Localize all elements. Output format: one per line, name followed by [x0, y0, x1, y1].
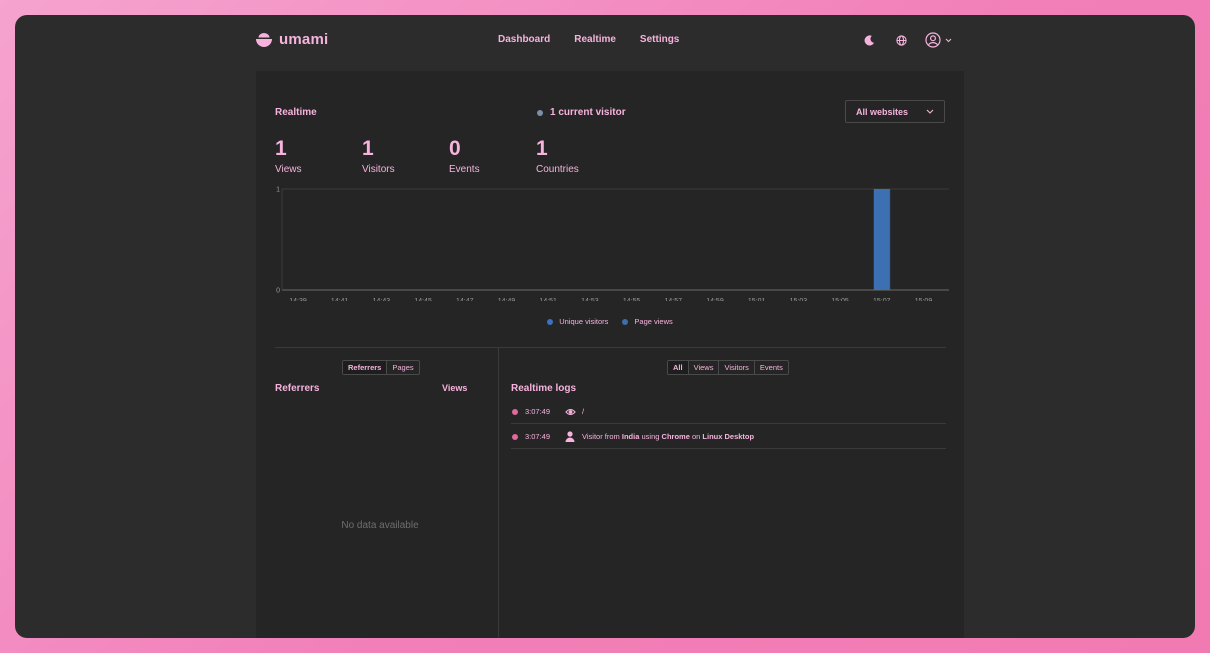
metric-visitors: 1 Visitors: [362, 137, 449, 175]
metric-label: Visitors: [362, 164, 395, 175]
log-browser: Chrome: [661, 432, 690, 441]
page-title: Realtime: [275, 107, 317, 118]
app-name: umami: [279, 31, 329, 48]
log-dot: [512, 433, 518, 440]
x-tick-label: 14:49: [498, 298, 516, 301]
filter-events[interactable]: Events: [755, 361, 788, 374]
realtime-logs-title: Realtime logs: [511, 383, 577, 394]
metric-label: Views: [275, 164, 302, 175]
x-tick-label: 14:43: [373, 298, 391, 301]
metric-views: 1 Views: [275, 137, 362, 175]
top-navbar: umami Dashboard Realtime Settings: [15, 15, 1195, 67]
x-tick-label: 15:05: [831, 298, 849, 301]
status-dot: [537, 109, 543, 116]
referrers-title: Referrers: [275, 383, 320, 394]
x-tick-label: 14:47: [456, 298, 474, 301]
globe-icon[interactable]: [893, 32, 909, 48]
nav-realtime[interactable]: Realtime: [574, 34, 616, 45]
x-tick-label: 14:39: [289, 298, 307, 301]
y-tick-label: 1: [276, 187, 280, 194]
metric-value: 1: [275, 137, 287, 160]
log-row: 3:07:49 /: [511, 400, 946, 424]
column-divider: [498, 348, 499, 638]
x-tick-label: 14:53: [581, 298, 599, 301]
x-tick-label: 14:45: [414, 298, 432, 301]
legend-label: Page views: [634, 317, 673, 326]
chart-bar: [874, 189, 891, 290]
chart-legend: Unique visitors Page views: [256, 317, 964, 326]
app-window: umami Dashboard Realtime Settings Realti…: [15, 15, 1195, 638]
log-text: /: [582, 407, 585, 416]
website-select[interactable]: All websites: [845, 100, 945, 123]
x-tick-label: 14:51: [539, 298, 557, 301]
log-filter-tabs: All Views Visitors Events: [667, 360, 789, 375]
x-tick-label: 15:09: [915, 298, 933, 301]
log-text: Visitor from India using Chrome on Linux…: [582, 432, 754, 441]
current-visitor-text: 1 current visitor: [550, 107, 626, 118]
log-dot: [512, 408, 518, 415]
profile-menu-button[interactable]: [925, 32, 952, 48]
umami-logo-icon: [256, 32, 272, 47]
current-visitor-indicator: 1 current visitor: [537, 107, 626, 118]
nav-dashboard[interactable]: Dashboard: [498, 34, 550, 45]
legend-item-page-views[interactable]: Page views: [622, 317, 673, 326]
x-tick-label: 14:57: [665, 298, 683, 301]
metrics-bar: 1 Views 1 Visitors 0 Events 1 Countries: [275, 137, 623, 175]
website-select-value: All websites: [856, 106, 909, 117]
filter-views[interactable]: Views: [689, 361, 720, 374]
referrers-views-header: Views: [442, 383, 468, 393]
x-tick-label: 14:55: [623, 298, 641, 301]
metric-label: Events: [449, 164, 480, 175]
user-icon: [562, 431, 578, 443]
legend-label: Unique visitors: [559, 317, 609, 326]
metric-value: 1: [536, 137, 548, 160]
referrers-tabs: Referrers Pages: [342, 360, 420, 375]
log-time: 3:07:49: [525, 432, 551, 441]
x-tick-label: 15:07: [873, 298, 891, 301]
logo[interactable]: umami: [255, 31, 328, 48]
chevron-down-icon: [926, 109, 934, 114]
log-country: India: [621, 432, 640, 441]
tab-referrers[interactable]: Referrers: [343, 361, 388, 374]
log-on: on: [691, 432, 701, 441]
log-os: Linux Desktop: [702, 432, 755, 441]
x-tick-label: 15:03: [790, 298, 808, 301]
log-time: 3:07:49: [525, 407, 551, 416]
metric-events: 0 Events: [449, 137, 536, 175]
realtime-panel: Realtime 1 current visitor All websites …: [256, 71, 964, 638]
metric-value: 1: [362, 137, 374, 160]
legend-swatch: [547, 318, 554, 325]
eye-icon: [562, 406, 578, 418]
legend-swatch: [622, 318, 629, 325]
metric-countries: 1 Countries: [536, 137, 623, 175]
log-using: using: [641, 432, 660, 441]
tab-pages[interactable]: Pages: [387, 361, 418, 374]
main-nav: Dashboard Realtime Settings: [498, 34, 679, 45]
empty-state: No data available: [341, 520, 419, 531]
moon-icon[interactable]: [861, 32, 877, 48]
filter-all[interactable]: All: [668, 361, 689, 374]
nav-settings[interactable]: Settings: [640, 34, 679, 45]
header-actions: [861, 32, 952, 48]
metric-value: 0: [449, 137, 461, 160]
filter-visitors[interactable]: Visitors: [719, 361, 755, 374]
section-divider: [275, 347, 946, 348]
log-prefix: Visitor from: [582, 432, 620, 441]
realtime-chart: 0 1 14:39 14:41 14:43 14:45 14:47 14:49 14:51 14:…: [276, 187, 949, 301]
x-tick-label: 14:59: [706, 298, 724, 301]
legend-item-unique-visitors[interactable]: Unique visitors: [547, 317, 608, 326]
x-tick-label: 15:01: [748, 298, 766, 301]
metric-label: Countries: [536, 164, 579, 175]
user-circle-icon: [925, 32, 941, 48]
y-tick-label: 0: [276, 288, 280, 295]
x-tick-label: 14:41: [331, 298, 349, 301]
log-row: 3:07:49 Visitor from India using Chrome …: [511, 425, 946, 449]
chevron-down-icon: [945, 38, 952, 42]
